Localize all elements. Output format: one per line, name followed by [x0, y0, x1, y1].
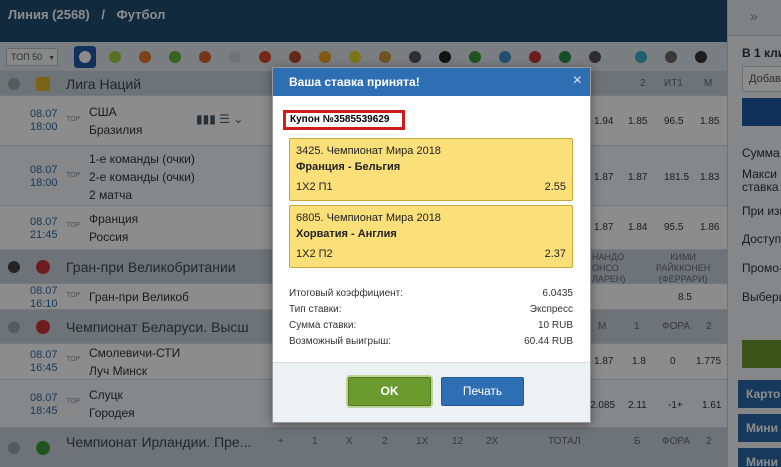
- close-icon[interactable]: ×: [573, 68, 582, 94]
- bet-market: 1Х2 П2: [296, 248, 333, 260]
- bet-market: 1Х2 П1: [296, 181, 333, 193]
- bet-event: 3425. Чемпионат Мира 2018: [296, 145, 441, 157]
- dialog-footer: OK Печать: [273, 362, 590, 422]
- coupon-number: Купон №3585539629: [283, 110, 405, 130]
- bet-accepted-dialog: Ваша ставка принята! × Купон №3585539629…: [272, 67, 591, 423]
- bet-match: Франция - Бельгия: [296, 161, 401, 173]
- bet-event: 6805. Чемпионат Мира 2018: [296, 212, 441, 224]
- dialog-title: Ваша ставка принята!: [273, 68, 590, 96]
- bet-match: Хорватия - Англия: [296, 228, 397, 240]
- print-button[interactable]: Печать: [441, 377, 524, 406]
- bet-card: 6805. Чемпионат Мира 2018 Хорватия - Анг…: [289, 205, 573, 268]
- ok-button[interactable]: OK: [348, 377, 431, 406]
- bet-odd: 2.55: [544, 181, 566, 193]
- bet-odd: 2.37: [544, 248, 566, 260]
- bet-card: 3425. Чемпионат Мира 2018 Франция - Бель…: [289, 138, 573, 201]
